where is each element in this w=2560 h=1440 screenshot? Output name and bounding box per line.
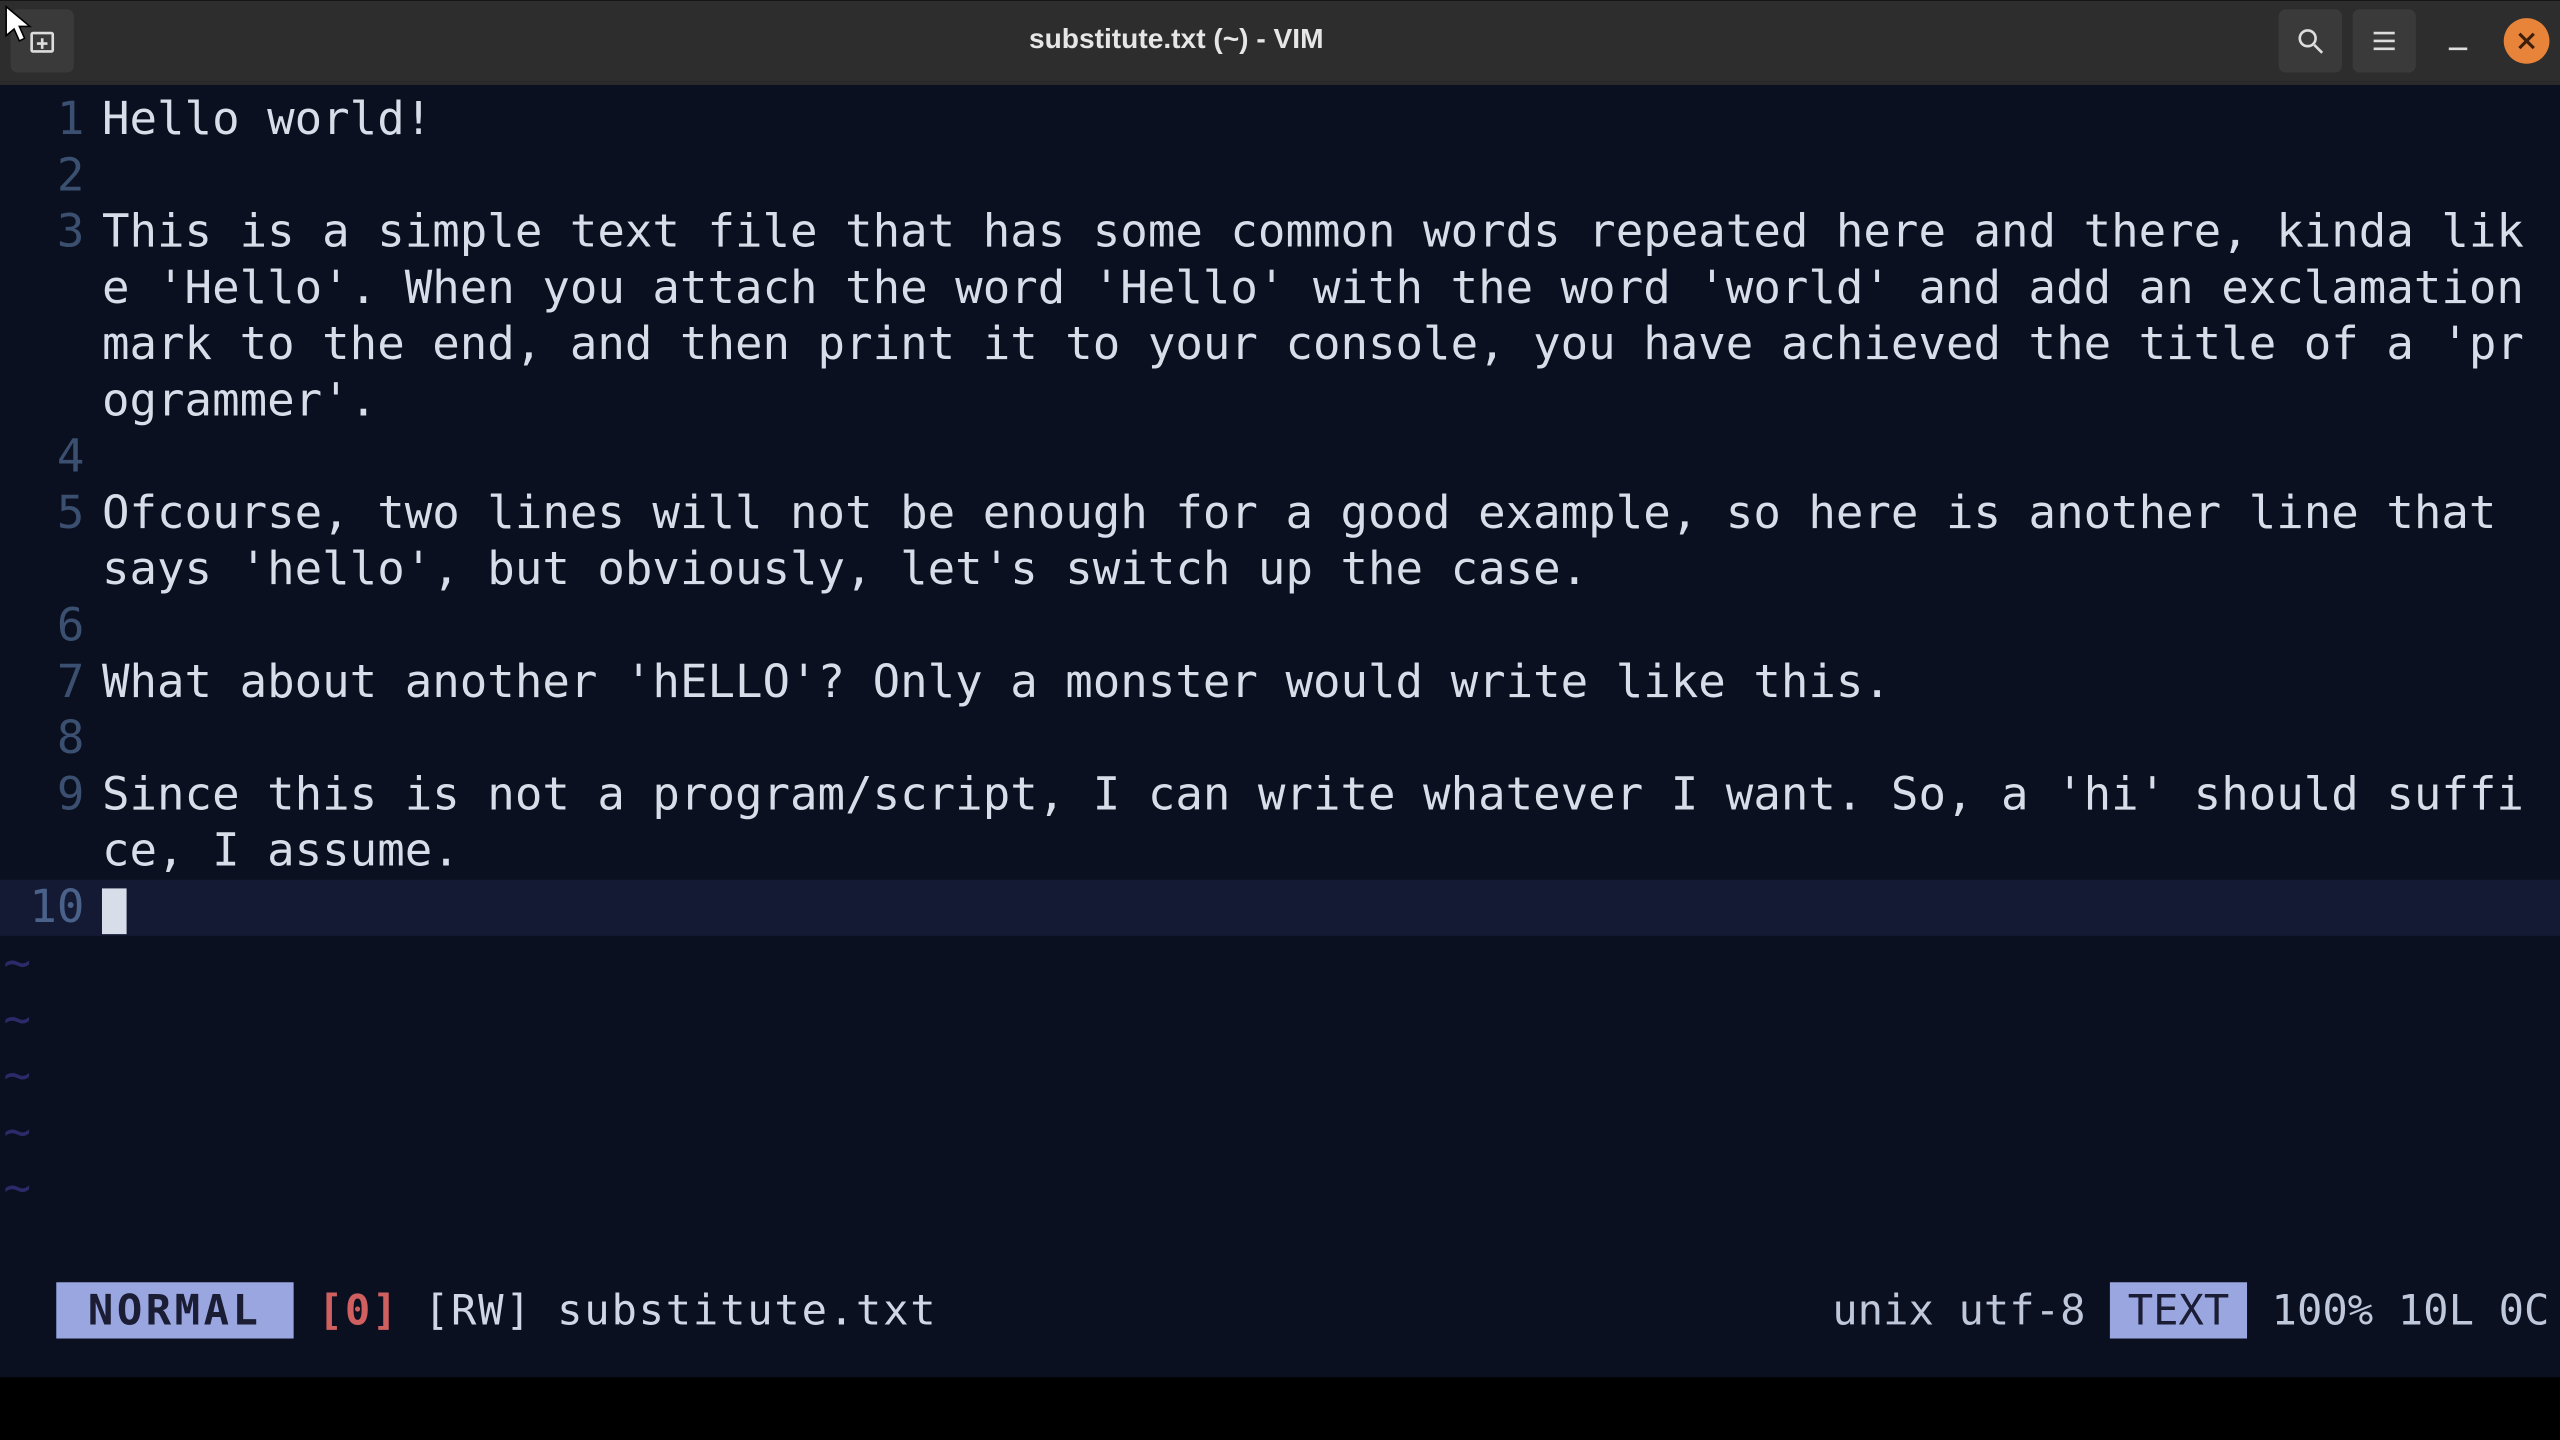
- tilde-marker: ~: [0, 935, 2560, 991]
- command-line[interactable]: [0, 1342, 2560, 1377]
- line-content[interactable]: Since this is not a program/script, I ca…: [102, 767, 2560, 880]
- linecount-label: 10L: [2398, 1285, 2474, 1334]
- window-title: substitute.txt (~) - VIM: [84, 25, 2268, 57]
- buffer-line[interactable]: 6: [0, 598, 2560, 654]
- line-number: 5: [0, 485, 102, 541]
- text-buffer[interactable]: 1Hello world!23This is a simple text fil…: [0, 84, 2560, 1278]
- buffer-line[interactable]: 4: [0, 429, 2560, 485]
- buffer-line[interactable]: 9Since this is not a program/script, I c…: [0, 767, 2560, 880]
- tilde-marker: ~: [0, 1104, 2560, 1160]
- line-number: 7: [0, 654, 102, 710]
- line-number: 4: [0, 429, 102, 485]
- filename-label: substitute.txt: [557, 1285, 937, 1334]
- buffer-line[interactable]: 8: [0, 710, 2560, 766]
- line-number: 8: [0, 710, 102, 766]
- app-window: substitute.txt (~) - VIM: [0, 0, 2560, 1440]
- close-button[interactable]: [2504, 18, 2550, 64]
- tilde-marker: ~: [0, 1160, 2560, 1216]
- line-number: 2: [0, 148, 102, 204]
- buffer-line[interactable]: 3This is a simple text file that has som…: [0, 204, 2560, 429]
- line-number: 1: [0, 91, 102, 147]
- percent-label: 100%: [2272, 1285, 2374, 1334]
- empty-lines: ~~~~~: [0, 935, 2560, 1216]
- readwrite-indicator: [RW]: [424, 1285, 533, 1334]
- buffer-line[interactable]: 1Hello world!: [0, 91, 2560, 147]
- tilde-marker: ~: [0, 1048, 2560, 1104]
- line-content[interactable]: What about another 'hELLO'? Only a monst…: [102, 654, 2560, 710]
- menu-button[interactable]: [2353, 9, 2416, 72]
- register-indicator: [0]: [318, 1285, 400, 1334]
- titlebar: substitute.txt (~) - VIM: [0, 0, 2560, 81]
- line-number: 10: [0, 879, 102, 935]
- buffer-line[interactable]: 7What about another 'hELLO'? Only a mons…: [0, 654, 2560, 710]
- buffer-line[interactable]: 2: [0, 148, 2560, 204]
- line-content[interactable]: This is a simple text file that has some…: [102, 204, 2560, 429]
- fileformat-label: unix: [1832, 1285, 1934, 1334]
- encoding-label: utf-8: [1958, 1285, 2085, 1334]
- minimize-button[interactable]: [2426, 9, 2489, 72]
- column-label: 0C: [2499, 1285, 2550, 1334]
- text-cursor: [102, 888, 127, 934]
- search-button[interactable]: [2279, 9, 2342, 72]
- buffer-line[interactable]: 5Ofcourse, two lines will not be enough …: [0, 485, 2560, 598]
- status-line: NORMAL [0] [RW] substitute.txt unix utf-…: [0, 1278, 2560, 1341]
- line-number: 3: [0, 204, 102, 260]
- filetype-indicator: TEXT: [2110, 1282, 2247, 1338]
- line-content[interactable]: Ofcourse, two lines will not be enough f…: [102, 485, 2560, 598]
- line-number: 9: [0, 767, 102, 823]
- new-tab-button[interactable]: [11, 9, 74, 72]
- line-number: 6: [0, 598, 102, 654]
- line-content[interactable]: Hello world!: [102, 91, 2560, 147]
- buffer-line[interactable]: 10: [0, 879, 2560, 935]
- tilde-marker: ~: [0, 992, 2560, 1048]
- mode-indicator: NORMAL: [56, 1282, 293, 1338]
- editor-viewport[interactable]: 1Hello world!23This is a simple text fil…: [0, 81, 2560, 1377]
- desktop-background: [0, 1377, 2560, 1440]
- line-content[interactable]: [102, 879, 2560, 935]
